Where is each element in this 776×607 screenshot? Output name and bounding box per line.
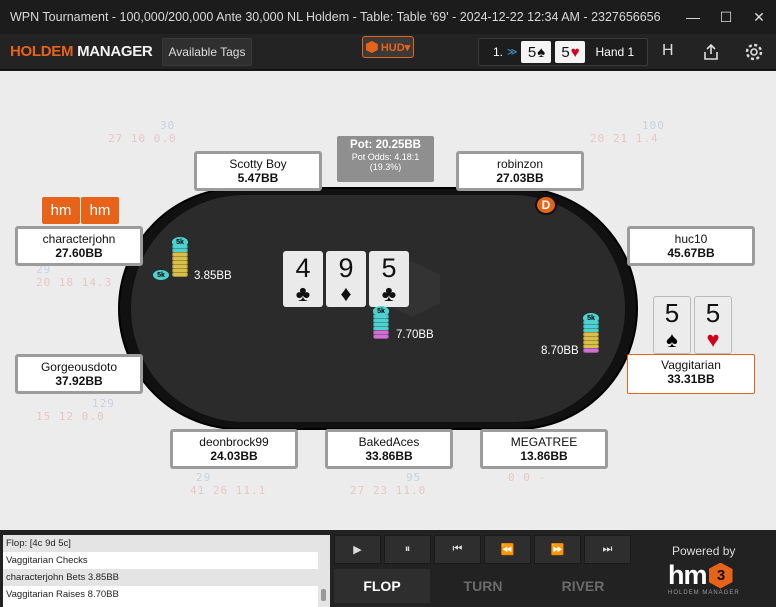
hud-stats-deonbrock: 29 41 26 11.1 bbox=[190, 471, 267, 497]
seat-megatree[interactable]: MEGATREE 13.86BB bbox=[480, 429, 608, 469]
pot-odds: Pot Odds: 4.18:1 bbox=[351, 152, 420, 162]
street-tab-turn[interactable]: TURN bbox=[435, 569, 531, 603]
hm3-logo: hm 3 bbox=[668, 560, 733, 591]
toolbar: HOLDEM MANAGER Available Tags HUD▾ 1. ≫ … bbox=[0, 34, 776, 70]
hud-hex-icon bbox=[365, 41, 378, 53]
log-line: Vaggitarian Raises 8.70BB bbox=[6, 589, 119, 600]
hand-card-1: 5 ♠ bbox=[521, 41, 552, 63]
log-scrollbar[interactable] bbox=[318, 535, 330, 607]
hud-stats-characterjohn: 29 20 18 14.3 bbox=[36, 263, 113, 289]
wings-icon: ≫ bbox=[507, 46, 518, 58]
share-icon[interactable] bbox=[697, 38, 725, 66]
window-title: WPN Tournament - 100,000/200,000 Ante 30… bbox=[10, 10, 661, 24]
chip-label: 5k bbox=[172, 237, 188, 247]
log-line: Flop: [4c 9d 5c] bbox=[3, 535, 330, 552]
maximize-button[interactable]: ☐ bbox=[709, 0, 743, 34]
pause-button[interactable]: ⏸ bbox=[384, 535, 431, 564]
seat-robinzon[interactable]: robinzon 27.03BB bbox=[456, 151, 584, 191]
hud-stats-bakedaces: 95 27 23 11.0 bbox=[350, 471, 427, 497]
seat-characterjohn[interactable]: characterjohn 27.60BB bbox=[15, 226, 143, 266]
hud-stats-gorgeousdoto: 129 15 12 0.0 bbox=[36, 397, 115, 423]
chip-label: 5k bbox=[153, 270, 169, 280]
log-line: characterjohn Bets 3.85BB bbox=[3, 569, 330, 586]
pot-odds-percent: (19.3%) bbox=[369, 162, 402, 172]
minimize-button[interactable]: — bbox=[676, 0, 710, 34]
table-stage: 30 27 10 0.0 100 20 21 1.4 29 20 18 14.3 12… bbox=[0, 71, 776, 530]
hand-selector[interactable]: 1. ≫ 5 ♠ 5 ♥ Hand 1 bbox=[478, 38, 648, 66]
hm-notes-button[interactable]: hm bbox=[42, 197, 80, 224]
street-tab-flop[interactable]: FLOP bbox=[334, 569, 430, 603]
chip-label: 5k bbox=[583, 313, 599, 323]
board-card-2: 9 ♦ bbox=[326, 251, 366, 307]
settings-gear-icon[interactable] bbox=[740, 38, 768, 66]
seat-vaggitarian-hero[interactable]: Vaggitarian 33.31BB bbox=[627, 354, 755, 394]
history-button[interactable]: H bbox=[662, 42, 674, 60]
hand-card-2: 5 ♥ bbox=[555, 41, 586, 63]
bet-amount-vaggitarian: 8.70BB bbox=[541, 345, 579, 357]
holdem-manager-logo: HOLDEM MANAGER bbox=[10, 43, 153, 60]
hud-dropdown-button[interactable]: HUD▾ bbox=[362, 36, 414, 58]
powered-by-label: Powered by bbox=[672, 544, 736, 558]
close-button[interactable]: ✕ bbox=[742, 0, 776, 34]
log-line: Vaggitarian Checks bbox=[6, 555, 88, 566]
title-bar: WPN Tournament - 100,000/200,000 Ante 30… bbox=[0, 0, 776, 34]
hole-card-2: 5 ♥ bbox=[694, 296, 732, 354]
hm3-subtitle: HOLDEM MANAGER bbox=[668, 590, 740, 596]
pot-amount: Pot: 20.25BB bbox=[350, 139, 421, 151]
seat-bakedaces[interactable]: BakedAces 33.86BB bbox=[325, 429, 453, 469]
action-log[interactable]: Flop: [4c 9d 5c] Vaggitarian Checks char… bbox=[3, 535, 330, 607]
bottom-panel: Flop: [4c 9d 5c] Vaggitarian Checks char… bbox=[0, 530, 776, 607]
board-card-1: 4 ♣ bbox=[283, 251, 323, 307]
hud-stats-robinzon: 100 20 21 1.4 bbox=[590, 119, 665, 145]
seat-huc10[interactable]: huc10 45.67BB bbox=[627, 226, 755, 266]
board-card-3: 5 ♣ bbox=[369, 251, 409, 307]
bet-amount-characterjohn: 3.85BB bbox=[194, 270, 232, 282]
dealer-button: D bbox=[535, 195, 557, 215]
hole-card-1: 5 ♠ bbox=[653, 296, 691, 354]
pot-display: Pot: 20.25BB Pot Odds: 4.18:1 (19.3%) bbox=[337, 136, 434, 182]
hm-stats-button[interactable]: hm bbox=[81, 197, 119, 224]
hand-number: 1. bbox=[493, 45, 504, 59]
play-button[interactable]: ▶ bbox=[334, 535, 381, 564]
next-action-button[interactable]: ⏩ bbox=[534, 535, 581, 564]
available-tags-button[interactable]: Available Tags bbox=[162, 38, 252, 66]
chip-label: 5k bbox=[373, 306, 389, 316]
hm3-hex-icon: 3 bbox=[708, 562, 733, 589]
seat-scotty-boy[interactable]: Scotty Boy 5.47BB bbox=[194, 151, 322, 191]
first-action-button[interactable]: ⏮ bbox=[434, 535, 481, 564]
last-action-button[interactable]: ⏭ bbox=[584, 535, 631, 564]
seat-gorgeousdoto[interactable]: Gorgeousdoto 37.92BB bbox=[15, 354, 143, 394]
seat-deonbrock99[interactable]: deonbrock99 24.03BB bbox=[170, 429, 298, 469]
street-tab-river[interactable]: RIVER bbox=[535, 569, 631, 603]
hud-stats-scotty: 30 27 10 0.0 bbox=[108, 119, 177, 145]
bet-amount-center: 7.70BB bbox=[396, 329, 434, 341]
previous-action-button[interactable]: ⏪ bbox=[484, 535, 531, 564]
hud-stats-megatree: 0 0 - bbox=[508, 471, 547, 484]
hand-label: Hand 1 bbox=[595, 45, 635, 59]
